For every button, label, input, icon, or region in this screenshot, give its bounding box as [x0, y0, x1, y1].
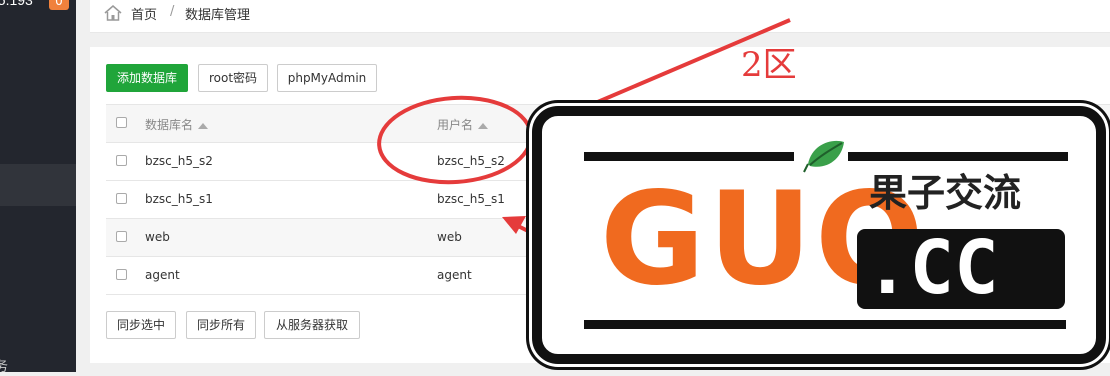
db-name-cell: web [145, 230, 170, 244]
root-password-button[interactable]: root密码 [198, 64, 268, 92]
fetch-from-server-button[interactable]: 从服务器获取 [264, 311, 360, 339]
select-all-checkbox[interactable] [116, 117, 127, 128]
watermark-line [584, 152, 794, 161]
watermark-stamp: GUO 果子交流 .CC [532, 106, 1106, 364]
watermark-line [584, 320, 1066, 329]
username-cell: web [437, 230, 462, 244]
row-checkbox[interactable] [116, 155, 127, 166]
breadcrumb-home[interactable]: 首页 [131, 4, 157, 23]
watermark-domain: .CC [865, 225, 999, 311]
row-checkbox[interactable] [116, 269, 127, 280]
watermark-cn: 果子交流 [869, 171, 1022, 215]
username-cell: agent [437, 268, 472, 282]
username-cell: bzsc_h5_s2 [437, 154, 505, 168]
sidebar-active-item[interactable] [0, 164, 76, 206]
breadcrumb-separator: / [170, 4, 175, 19]
sync-all-button[interactable]: 同步所有 [186, 311, 256, 339]
column-header-username-label: 用户名 [437, 118, 474, 132]
column-header-username[interactable]: 用户名 [437, 116, 489, 133]
sidebar-bottom-label[interactable]: 务 [0, 356, 8, 376]
breadcrumb: 首页 / 数据库管理 [90, 0, 1110, 33]
breadcrumb-current: 数据库管理 [185, 8, 251, 23]
sort-up-icon [478, 122, 489, 129]
annotation-label: 2区 [741, 45, 797, 85]
add-database-button[interactable]: 添加数据库 [106, 64, 188, 92]
watermark-domain-box: .CC [857, 225, 1065, 311]
db-name-cell: bzsc_h5_s1 [145, 192, 213, 206]
watermark-line [848, 152, 1068, 161]
server-ip: 35.193 [0, 0, 33, 8]
username-cell: bzsc_h5_s1 [437, 192, 505, 206]
row-checkbox[interactable] [116, 231, 127, 242]
db-name-cell: bzsc_h5_s2 [145, 154, 213, 168]
phpmyadmin-button[interactable]: phpMyAdmin [277, 64, 377, 92]
sidebar: 35.193 0 务 [0, 0, 76, 375]
notification-badge[interactable]: 0 [49, 0, 69, 10]
db-name-cell: agent [145, 268, 180, 282]
home-icon[interactable] [104, 5, 122, 21]
column-header-db-name-label: 数据库名 [145, 118, 194, 132]
row-checkbox[interactable] [116, 193, 127, 204]
column-header-db-name[interactable]: 数据库名 [145, 116, 209, 133]
sync-selected-button[interactable]: 同步选中 [106, 311, 176, 339]
sort-up-icon [198, 122, 209, 129]
